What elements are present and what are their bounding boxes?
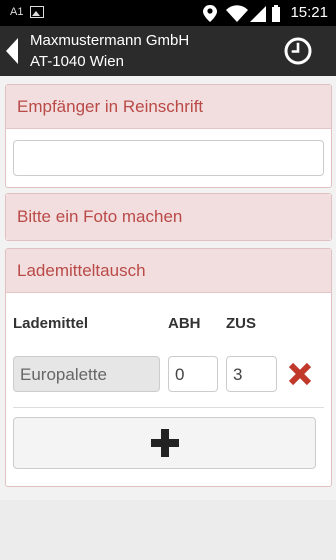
- recipient-heading[interactable]: Empfänger in Reinschrift: [6, 85, 331, 129]
- abh-field[interactable]: 0: [168, 356, 218, 392]
- wifi-icon: [226, 5, 248, 23]
- location-icon: [203, 5, 217, 22]
- exchange-heading[interactable]: Lademitteltausch: [6, 249, 331, 293]
- recipient-panel: Empfänger in Reinschrift: [5, 84, 332, 188]
- bottom-area: [0, 500, 336, 560]
- carrier-label: A1: [10, 6, 24, 18]
- status-time: 15:21: [290, 4, 328, 21]
- zus-field[interactable]: 3: [226, 356, 277, 392]
- photo-panel[interactable]: Bitte ein Foto machen: [5, 193, 332, 241]
- delete-icon[interactable]: [287, 361, 313, 387]
- lademittel-field[interactable]: Europalette: [13, 356, 160, 392]
- status-bar: A1 15:21: [0, 0, 336, 26]
- plus-icon: [151, 429, 179, 457]
- photo-heading[interactable]: Bitte ein Foto machen: [6, 194, 331, 240]
- add-row-button[interactable]: [13, 417, 316, 469]
- column-header-lademittel: Lademittel: [13, 315, 89, 332]
- column-header-abh: ABH: [168, 315, 201, 332]
- header-title-address: AT-1040 Wien: [30, 53, 124, 70]
- signal-icon: [250, 6, 266, 22]
- exchange-panel: Lademitteltausch Lademittel ABH ZUS Euro…: [5, 248, 332, 487]
- app-header: Maxmustermann GmbH AT-1040 Wien: [0, 26, 336, 76]
- battery-icon: [272, 5, 280, 22]
- column-header-zus: ZUS: [226, 315, 256, 332]
- clock-icon[interactable]: [283, 36, 313, 66]
- image-icon: [30, 6, 44, 18]
- header-title-company: Maxmustermann GmbH: [30, 32, 190, 49]
- recipient-input[interactable]: [13, 140, 324, 176]
- back-icon[interactable]: [4, 37, 20, 65]
- row-divider: [13, 407, 324, 408]
- main-content: Empfänger in Reinschrift Bitte ein Foto …: [0, 76, 336, 560]
